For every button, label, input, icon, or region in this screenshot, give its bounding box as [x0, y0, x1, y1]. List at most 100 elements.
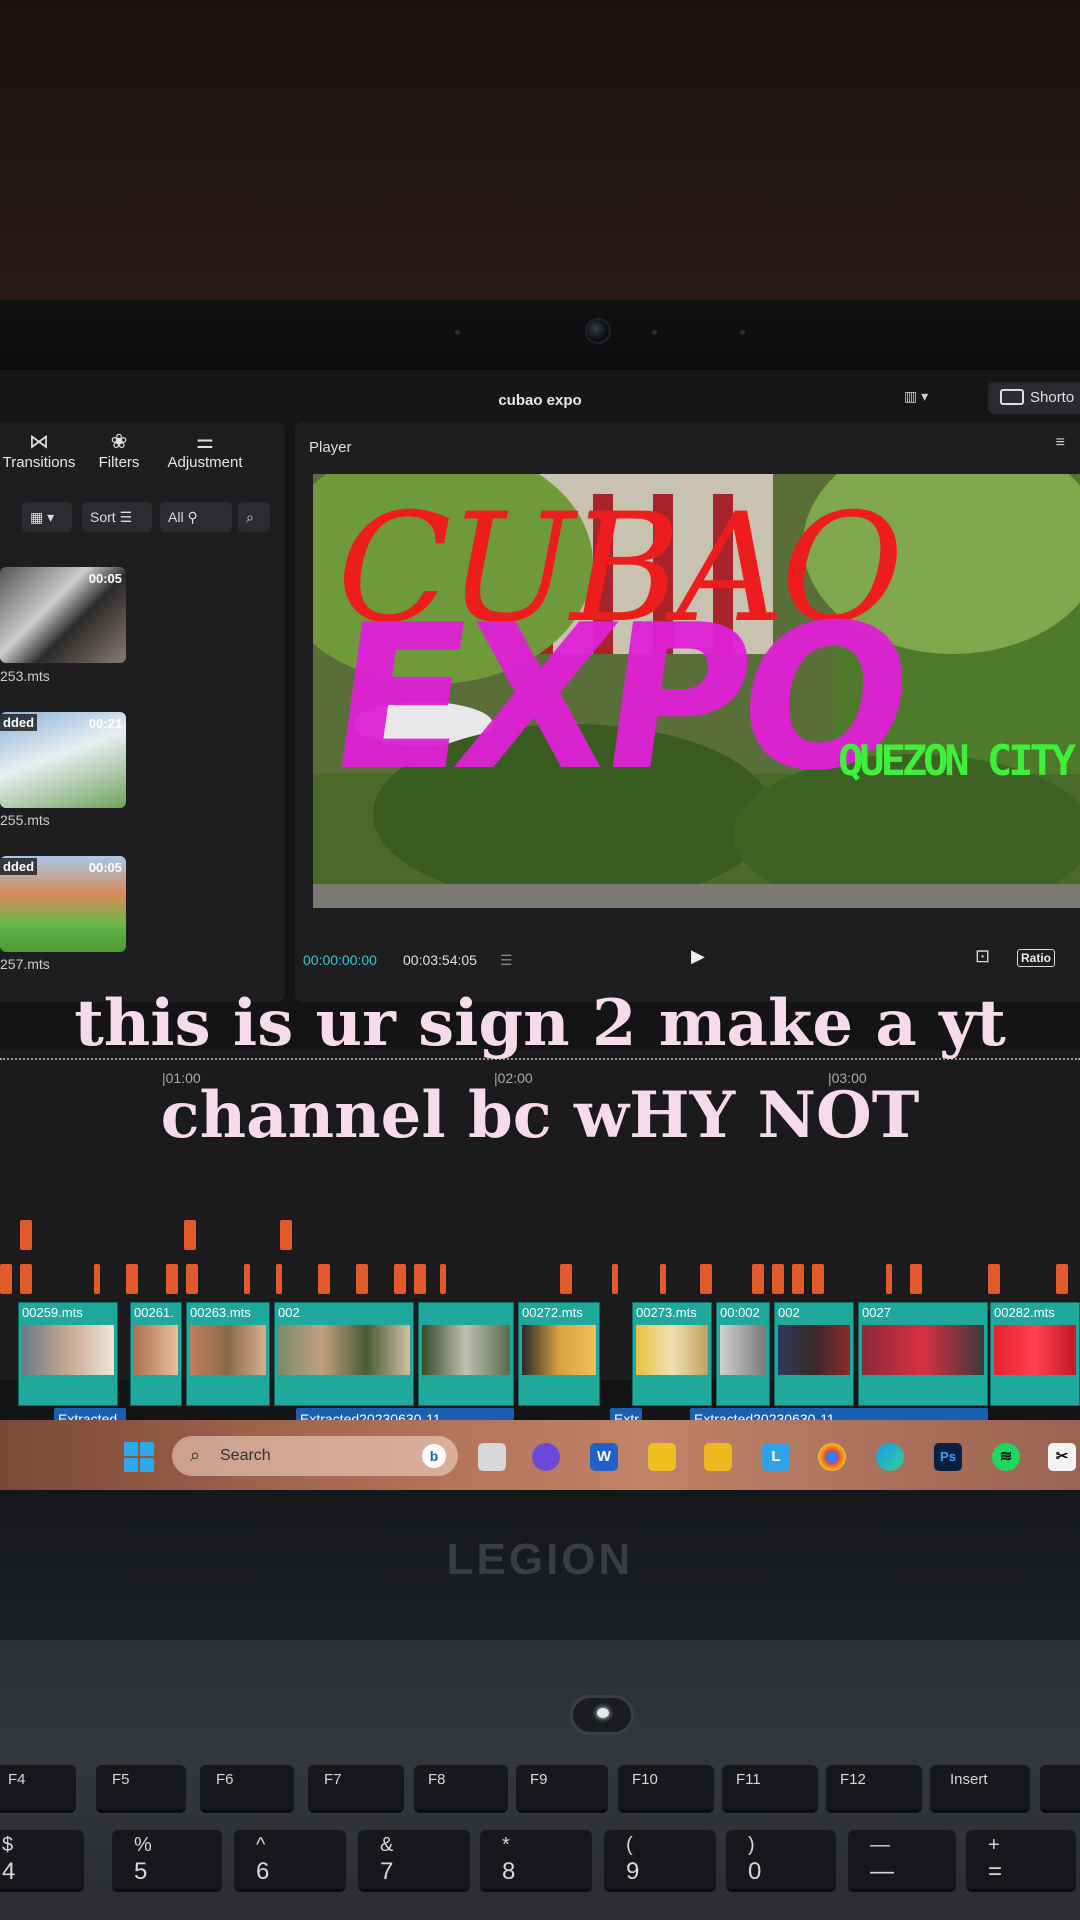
- key-7[interactable]: & 7: [358, 1830, 470, 1892]
- effect-marker[interactable]: [20, 1220, 32, 1250]
- key-symbol: %: [134, 1834, 152, 1856]
- timeline-clip[interactable]: 00:002: [716, 1302, 770, 1406]
- chrome-icon[interactable]: [818, 1443, 846, 1471]
- app-l-icon[interactable]: L: [762, 1443, 790, 1471]
- effect-marker[interactable]: [440, 1264, 446, 1294]
- sticky-notes-icon[interactable]: [648, 1443, 676, 1471]
- shortcut-button[interactable]: Shorto: [988, 382, 1080, 414]
- play-icon[interactable]: ▶: [691, 946, 705, 967]
- key-f9[interactable]: F9: [516, 1765, 608, 1813]
- timeline-ruler-icon: ☰: [500, 952, 513, 968]
- timeline-clip[interactable]: 00263.mts: [186, 1302, 270, 1406]
- menu-icon[interactable]: ≡: [1056, 434, 1065, 452]
- meet-icon[interactable]: [532, 1443, 560, 1471]
- key-0[interactable]: ) 0: [726, 1830, 836, 1892]
- effect-marker[interactable]: [184, 1220, 196, 1250]
- app-titlebar: cubao expo ▥ ▾ Shorto: [0, 370, 1080, 430]
- timeline-clip[interactable]: 0027: [858, 1302, 988, 1406]
- key-f10[interactable]: F10: [618, 1765, 714, 1813]
- fit-screen-icon[interactable]: ⊡: [975, 946, 990, 967]
- key-9[interactable]: ( 9: [604, 1830, 716, 1892]
- key-f6[interactable]: F6: [200, 1765, 294, 1813]
- timeline-clip[interactable]: 002: [274, 1302, 414, 1406]
- clip-added-badge: dded: [0, 858, 38, 875]
- effect-marker[interactable]: [1056, 1264, 1068, 1294]
- timeline-clip[interactable]: 00259.mts: [18, 1302, 118, 1406]
- key-f7[interactable]: F7: [308, 1765, 404, 1813]
- effect-marker[interactable]: [660, 1264, 666, 1294]
- view-mode-button[interactable]: ▦ ▾: [22, 502, 72, 532]
- effect-marker[interactable]: [988, 1264, 1000, 1294]
- effect-marker[interactable]: [700, 1264, 712, 1294]
- key-5[interactable]: % 5: [112, 1830, 222, 1892]
- word-icon[interactable]: W: [590, 1443, 618, 1471]
- all-filter-button[interactable]: All ⚲: [160, 502, 232, 532]
- taskbar-search[interactable]: ⌕ Search b: [172, 1436, 458, 1476]
- timeline-clip[interactable]: [418, 1302, 514, 1406]
- timeline-clip[interactable]: 00272.mts: [518, 1302, 600, 1406]
- ratio-button[interactable]: Ratio: [1017, 949, 1055, 967]
- effect-marker[interactable]: [612, 1264, 618, 1294]
- effect-marker[interactable]: [812, 1264, 824, 1294]
- effect-marker[interactable]: [560, 1264, 572, 1294]
- effect-marker[interactable]: [886, 1264, 892, 1294]
- search-media-button[interactable]: ⌕: [238, 502, 270, 532]
- effect-marker[interactable]: [414, 1264, 426, 1294]
- key-6[interactable]: ^ 6: [234, 1830, 346, 1892]
- file-explorer-icon[interactable]: [704, 1443, 732, 1471]
- key-8[interactable]: * 8: [480, 1830, 592, 1892]
- timeline-clip[interactable]: 00261.: [130, 1302, 182, 1406]
- key-f8[interactable]: F8: [414, 1765, 508, 1813]
- clip-thumbnail: [22, 1325, 114, 1375]
- key-insert[interactable]: Insert: [930, 1765, 1030, 1813]
- media-clip[interactable]: dded 00:05: [0, 856, 126, 952]
- clip-name: 253.mts: [0, 668, 50, 684]
- task-view-icon[interactable]: [478, 1443, 506, 1471]
- effect-marker[interactable]: [910, 1264, 922, 1294]
- timeline-clip[interactable]: 00273.mts: [632, 1302, 712, 1406]
- effect-marker[interactable]: [166, 1264, 178, 1294]
- photoshop-icon[interactable]: Ps: [934, 1443, 962, 1471]
- effect-marker[interactable]: [94, 1264, 100, 1294]
- filters-tab[interactable]: ❀ Filters: [92, 430, 146, 471]
- effect-marker[interactable]: [752, 1264, 764, 1294]
- edge-icon[interactable]: [876, 1443, 904, 1471]
- clip-duration: 00:05: [88, 860, 122, 875]
- key-label: Insert: [950, 1771, 988, 1788]
- effect-marker[interactable]: [772, 1264, 784, 1294]
- capcut-icon[interactable]: ✂: [1048, 1443, 1076, 1471]
- effect-marker[interactable]: [186, 1264, 198, 1294]
- video-preview[interactable]: CUBAO EXPO QUEZON CITY: [313, 474, 1080, 908]
- key-f11[interactable]: F11: [722, 1765, 818, 1813]
- key-f4[interactable]: F4: [0, 1765, 76, 1813]
- layout-button[interactable]: ▥ ▾: [904, 388, 944, 412]
- keyboard-icon: [1000, 389, 1024, 405]
- effect-marker[interactable]: [394, 1264, 406, 1294]
- effect-marker[interactable]: [0, 1264, 12, 1294]
- effect-marker[interactable]: [244, 1264, 250, 1294]
- sort-button[interactable]: Sort ☰: [82, 502, 152, 532]
- media-clip[interactable]: dded 00:21: [0, 712, 126, 808]
- clip-thumbnail: [134, 1325, 178, 1375]
- effect-marker[interactable]: [792, 1264, 804, 1294]
- key-4[interactable]: $ 4: [0, 1830, 84, 1892]
- key-f12[interactable]: F12: [826, 1765, 922, 1813]
- media-clip[interactable]: 00:05: [0, 567, 126, 663]
- effect-marker[interactable]: [356, 1264, 368, 1294]
- effect-marker[interactable]: [318, 1264, 330, 1294]
- clip-label: 00272.mts: [522, 1305, 583, 1320]
- effect-marker[interactable]: [276, 1264, 282, 1294]
- spotify-icon[interactable]: ≋: [992, 1443, 1020, 1471]
- timeline-clip[interactable]: 00282.mts: [990, 1302, 1080, 1406]
- timeline-clip[interactable]: 002: [774, 1302, 854, 1406]
- effect-marker[interactable]: [20, 1264, 32, 1294]
- windows-start-icon[interactable]: [124, 1442, 154, 1472]
- key-partial[interactable]: [1040, 1765, 1080, 1813]
- transitions-tab[interactable]: ⋈ Transitions: [0, 430, 84, 471]
- effect-marker[interactable]: [126, 1264, 138, 1294]
- key-equals[interactable]: + =: [966, 1830, 1076, 1892]
- adjustment-tab[interactable]: ⚌ Adjustment: [160, 430, 250, 471]
- effect-marker[interactable]: [280, 1220, 292, 1250]
- key-f5[interactable]: F5: [96, 1765, 186, 1813]
- key-minus[interactable]: — —: [848, 1830, 956, 1892]
